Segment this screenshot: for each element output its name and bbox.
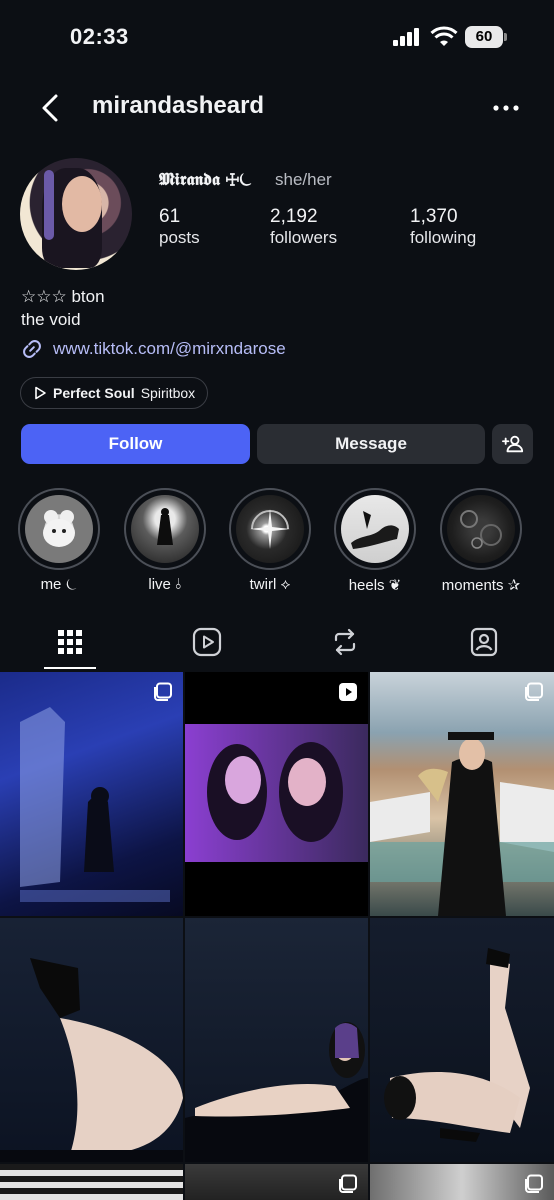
post-image bbox=[20, 707, 170, 902]
display-name: 𝕸𝖎𝖗𝖆𝖓𝖉𝖆 ☩⏾ bbox=[159, 170, 253, 190]
highlight-me[interactable]: me ⏾ bbox=[18, 488, 100, 593]
bio-link[interactable]: www.tiktok.com/@mirxndarose bbox=[21, 338, 286, 360]
post-image bbox=[0, 958, 183, 1162]
wifi-icon bbox=[430, 26, 458, 46]
post-thumbnail[interactable] bbox=[185, 918, 368, 1162]
profile-music-chip[interactable]: Perfect Soul Spiritbox bbox=[20, 377, 209, 409]
message-button[interactable]: Message bbox=[257, 424, 485, 464]
highlight-heels[interactable]: heels ❦ bbox=[334, 488, 416, 594]
highlight-moments[interactable]: moments ✰ bbox=[440, 488, 522, 594]
follow-button[interactable]: Follow bbox=[21, 424, 250, 464]
tab-reposts[interactable] bbox=[325, 622, 365, 662]
battery-cap bbox=[504, 33, 507, 41]
reels-icon bbox=[192, 627, 222, 657]
highlight-cover-image bbox=[157, 508, 173, 545]
cellular-signal-icon bbox=[393, 28, 419, 46]
highlight-cover-image bbox=[351, 511, 399, 549]
post-thumbnail[interactable] bbox=[370, 672, 554, 916]
play-icon bbox=[35, 386, 46, 400]
carousel-icon bbox=[525, 1174, 543, 1193]
post-thumbnail[interactable] bbox=[185, 1164, 368, 1200]
highlight-label: twirl ⟡ bbox=[249, 576, 291, 593]
highlight-label: heels ❦ bbox=[348, 577, 402, 594]
profile-username: mirandasheard bbox=[92, 92, 265, 119]
bio-line: ☆☆☆ bton bbox=[21, 287, 105, 306]
tab-reels[interactable] bbox=[187, 622, 227, 662]
post-image bbox=[185, 1022, 368, 1162]
stat-posts-label: posts bbox=[159, 228, 200, 247]
highlight-label: live ⫰ bbox=[148, 576, 182, 593]
highlight-label: me ⏾ bbox=[40, 576, 78, 593]
tab-posts-grid[interactable] bbox=[50, 622, 90, 662]
post-thumbnail[interactable] bbox=[0, 918, 183, 1162]
bio-link-text: www.tiktok.com/@mirxndarose bbox=[53, 339, 286, 358]
active-tab-indicator bbox=[44, 667, 96, 669]
highlight-live[interactable]: live ⫰ bbox=[124, 488, 206, 593]
highlight-cover-image bbox=[43, 510, 75, 547]
post-thumbnail[interactable] bbox=[370, 918, 554, 1162]
carousel-icon bbox=[339, 1174, 357, 1193]
post-thumbnail[interactable] bbox=[0, 672, 183, 916]
reposts-icon bbox=[334, 628, 356, 656]
tab-tagged[interactable] bbox=[464, 622, 504, 662]
battery-indicator: 60 bbox=[465, 26, 503, 48]
post-thumbnail[interactable] bbox=[0, 1164, 183, 1200]
post-thumbnail[interactable] bbox=[370, 1164, 554, 1200]
music-title: Perfect Soul bbox=[53, 385, 135, 401]
pronouns: she/her bbox=[275, 170, 332, 189]
profile-avatar[interactable] bbox=[20, 158, 132, 270]
post-image bbox=[370, 732, 554, 916]
add-user-icon bbox=[501, 435, 523, 453]
suggested-users-button[interactable] bbox=[492, 424, 533, 464]
stat-followers[interactable]: 2,192 followers bbox=[270, 206, 337, 248]
stat-following-value: 1,370 bbox=[410, 206, 458, 227]
stat-following[interactable]: 1,370 following bbox=[410, 206, 476, 248]
highlight-label: moments ✰ bbox=[441, 577, 521, 594]
status-time: 02:33 bbox=[70, 24, 129, 49]
music-artist: Spiritbox bbox=[140, 385, 196, 401]
carousel-icon bbox=[154, 682, 172, 701]
post-image bbox=[384, 948, 530, 1142]
back-chevron-icon[interactable] bbox=[36, 92, 68, 124]
post-thumbnail[interactable] bbox=[185, 672, 368, 916]
highlight-cover-image bbox=[250, 509, 290, 549]
reel-icon bbox=[339, 683, 357, 701]
link-icon bbox=[23, 340, 41, 358]
highlight-twirl[interactable]: twirl ⟡ bbox=[229, 488, 311, 593]
stat-posts[interactable]: 61 posts bbox=[159, 206, 200, 248]
highlight-cover-image bbox=[460, 510, 502, 549]
more-options-icon[interactable] bbox=[490, 96, 522, 120]
stat-posts-value: 61 bbox=[159, 206, 181, 227]
tagged-icon bbox=[470, 627, 498, 657]
bio-line: the void bbox=[21, 310, 81, 329]
grid-icon bbox=[58, 630, 82, 654]
stat-following-label: following bbox=[410, 228, 477, 247]
stat-followers-value: 2,192 bbox=[270, 206, 318, 227]
post-image bbox=[185, 724, 368, 862]
stat-followers-label: followers bbox=[270, 228, 338, 247]
carousel-icon bbox=[525, 682, 543, 701]
